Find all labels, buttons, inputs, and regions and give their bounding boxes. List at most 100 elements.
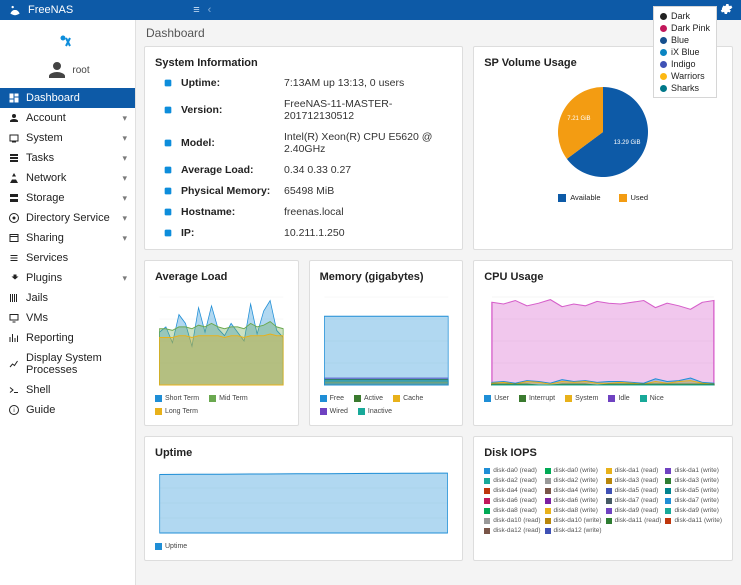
chevron-down-icon: ▾ — [122, 113, 127, 124]
legend-item: Cache — [393, 395, 423, 402]
info-value: 65498 MiB — [284, 185, 334, 197]
legend-item: Interrupt — [519, 395, 555, 402]
legend-item: disk-da11 (write) — [665, 517, 722, 524]
card-average-load: Average Load Short TermMid TermLong Term — [144, 260, 299, 426]
line-chart — [155, 467, 452, 539]
bullet-icon — [163, 186, 173, 196]
chart-legend: UserInterruptSystemIdleNice — [484, 395, 722, 402]
chevron-down-icon: ▾ — [122, 193, 127, 204]
nav-item-vms[interactable]: VMs — [0, 308, 135, 328]
chart-legend: Uptime — [155, 543, 452, 550]
card-memory: Memory (gigabytes) FreeActiveCacheWiredI… — [309, 260, 464, 426]
area-chart — [484, 291, 722, 391]
legend-item: disk-da1 (write) — [665, 467, 722, 474]
disk-iops-legend: disk-da0 (read)disk-da0 (write)disk-da1 … — [484, 467, 722, 534]
page-title: Dashboard — [144, 20, 733, 46]
nav-item-system[interactable]: System▾ — [0, 128, 135, 148]
vms-icon — [8, 312, 20, 324]
legend-item: disk-da9 (write) — [665, 507, 722, 514]
info-value: 10.211.1.250 — [284, 227, 345, 239]
theme-option[interactable]: Warriors — [660, 70, 710, 82]
dashboard-icon — [8, 92, 20, 104]
system-icon — [8, 132, 20, 144]
procs-icon — [8, 358, 20, 370]
legend-item: disk-da3 (read) — [606, 477, 662, 484]
card-title: Average Load — [155, 271, 288, 283]
info-label: Version: — [181, 104, 276, 116]
card-disk-iops: Disk IOPS disk-da0 (read)disk-da0 (write… — [473, 436, 733, 561]
nav-item-storage[interactable]: Storage▾ — [0, 188, 135, 208]
nav-item-procs[interactable]: Display System Processes — [0, 348, 135, 380]
legend-item: Nice — [640, 395, 664, 402]
svg-text:i: i — [13, 408, 14, 414]
legend-item: disk-da2 (read) — [484, 477, 540, 484]
chevron-down-icon: ▾ — [122, 273, 127, 284]
storage-icon — [8, 192, 20, 204]
nav-item-label: Display System Processes — [26, 352, 127, 376]
tasks-icon — [8, 152, 20, 164]
nav-item-sharing[interactable]: Sharing▾ — [0, 228, 135, 248]
bullet-icon — [163, 207, 173, 217]
nav-item-network[interactable]: Network▾ — [0, 168, 135, 188]
pie-chart: 13.29 GiB7.21 GiB — [538, 77, 668, 187]
legend-item: disk-da3 (write) — [665, 477, 722, 484]
nav-item-label: Directory Service — [26, 212, 110, 224]
user-icon — [45, 58, 69, 82]
pie-legend: AvailableUsed — [558, 193, 648, 202]
nav-item-label: Plugins — [26, 272, 62, 284]
logo-area: root — [0, 20, 135, 88]
info-value: FreeNAS-11-MASTER-201712130512 — [284, 98, 452, 122]
nav-item-guide[interactable]: i Guide — [0, 400, 135, 420]
account-indicator[interactable]: root — [45, 58, 89, 82]
info-value: 0.34 0.33 0.27 — [284, 164, 351, 176]
ix-logo-icon — [56, 30, 80, 54]
theme-option[interactable]: iX Blue — [660, 46, 710, 58]
legend-item: Idle — [608, 395, 629, 402]
nav-item-plugins[interactable]: Plugins ▾ — [0, 268, 135, 288]
chevron-down-icon: ▾ — [122, 213, 127, 224]
reporting-icon — [8, 332, 20, 344]
settings-button[interactable] — [719, 2, 733, 19]
legend-item: disk-da9 (read) — [606, 507, 662, 514]
theme-legend[interactable]: DarkDark PinkBlueiX BlueIndigoWarriorsSh… — [653, 6, 717, 98]
nav-item-reporting[interactable]: Reporting — [0, 328, 135, 348]
theme-option[interactable]: Dark — [660, 10, 710, 22]
card-title: Memory (gigabytes) — [320, 271, 453, 283]
nav-item-label: Account — [26, 112, 66, 124]
legend-item: disk-da7 (read) — [606, 497, 662, 504]
freenas-logo-icon — [8, 3, 22, 17]
chevron-down-icon: ▾ — [122, 153, 127, 164]
breadcrumb-sep: ‹ — [208, 4, 212, 16]
sysinfo-list: Uptime:7:13AM up 13:13, 0 usersVersion:F… — [155, 77, 452, 239]
nav-item-label: VMs — [26, 312, 48, 324]
nav-item-jails[interactable]: Jails — [0, 288, 135, 308]
nav-item-label: Services — [26, 252, 68, 264]
legend-item: Wired — [320, 408, 348, 415]
legend-item: disk-da8 (read) — [484, 507, 540, 514]
info-label: Physical Memory: — [181, 185, 276, 197]
theme-option[interactable]: Indigo — [660, 58, 710, 70]
theme-option[interactable]: Sharks — [660, 82, 710, 94]
guide-icon: i — [8, 404, 20, 416]
menu-toggle-icon[interactable]: ≡ — [193, 4, 199, 16]
legend-item: disk-da8 (write) — [545, 507, 602, 514]
jails-icon — [8, 292, 20, 304]
nav-item-directory[interactable]: Directory Service ▾ — [0, 208, 135, 228]
nav-item-account[interactable]: Account ▾ — [0, 108, 135, 128]
bullet-icon — [163, 228, 173, 238]
legend-item: disk-da6 (write) — [545, 497, 602, 504]
nav-item-tasks[interactable]: Tasks▾ — [0, 148, 135, 168]
nav-item-dashboard[interactable]: Dashboard — [0, 88, 135, 108]
legend-item: System — [565, 395, 598, 402]
nav-item-label: Jails — [26, 292, 48, 304]
nav-item-label: Guide — [26, 404, 55, 416]
nav-item-shell[interactable]: Shell — [0, 380, 135, 400]
theme-option[interactable]: Blue — [660, 34, 710, 46]
legend-item: disk-da0 (write) — [545, 467, 602, 474]
nav-item-label: Shell — [26, 384, 50, 396]
gear-icon — [719, 2, 733, 16]
card-title: Disk IOPS — [484, 447, 722, 459]
theme-option[interactable]: Dark Pink — [660, 22, 710, 34]
nav-item-services[interactable]: Services — [0, 248, 135, 268]
legend-item: disk-da1 (read) — [606, 467, 662, 474]
